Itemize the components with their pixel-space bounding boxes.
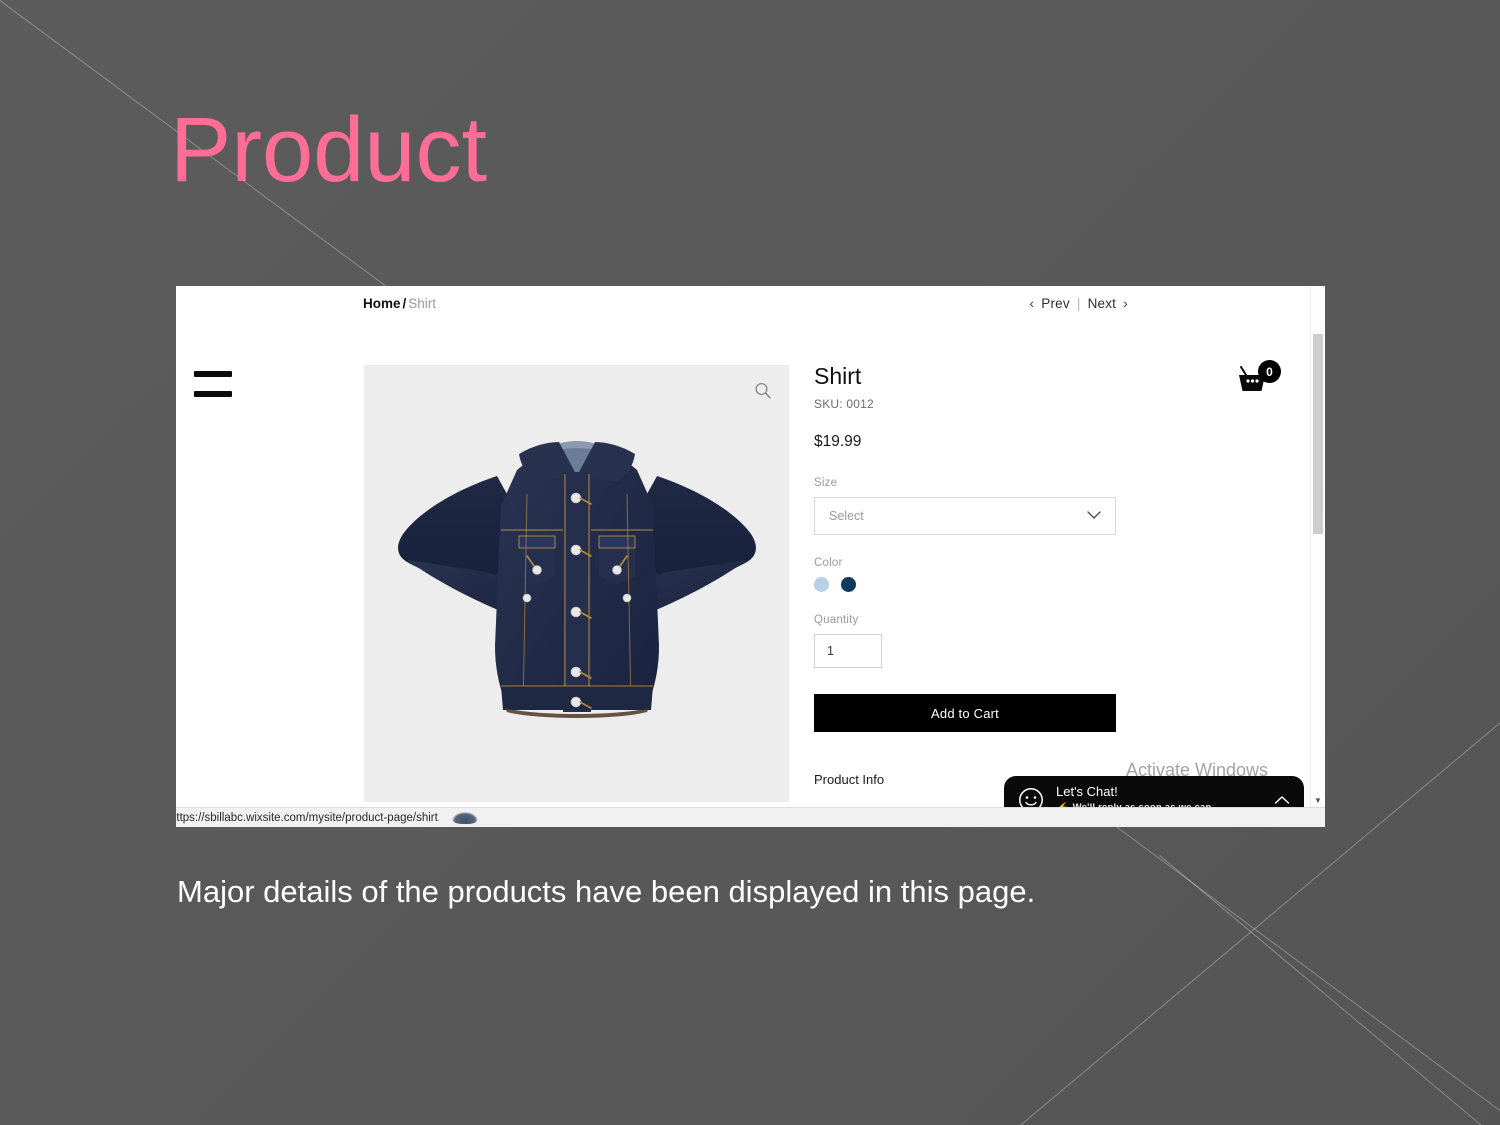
product-price: $19.99: [814, 433, 862, 451]
slide-caption: Major details of the products have been …: [177, 874, 1036, 909]
scrollbar-thumb[interactable]: [1313, 334, 1323, 534]
hamburger-bar: [194, 371, 232, 377]
pagination-divider: |: [1076, 295, 1081, 311]
breadcrumb: Home / Shirt: [363, 296, 436, 311]
magnifier-icon[interactable]: [753, 381, 773, 401]
add-to-cart-button[interactable]: Add to Cart: [814, 694, 1116, 733]
status-thumbnail: [451, 811, 478, 824]
next-button[interactable]: Next: [1088, 296, 1117, 311]
prev-chevron-icon[interactable]: ‹: [1029, 295, 1034, 311]
embedded-browser-screenshot: Home / Shirt ‹ Prev | Next › Shirt SKU: …: [176, 286, 1325, 827]
cart-count-badge: 0: [1258, 360, 1281, 383]
product-gallery[interactable]: [364, 365, 789, 802]
cart-button[interactable]: 0: [1235, 360, 1281, 398]
quantity-label: Quantity: [814, 614, 859, 627]
breadcrumb-current: Shirt: [408, 296, 437, 311]
product-sku: SKU: 0012: [814, 397, 874, 412]
prev-button[interactable]: Prev: [1041, 296, 1070, 311]
breadcrumb-separator: /: [402, 296, 407, 311]
website-viewport: Home / Shirt ‹ Prev | Next › Shirt SKU: …: [176, 286, 1325, 827]
color-swatch-light-blue[interactable]: [814, 577, 829, 593]
size-select-value: Select: [829, 509, 864, 524]
chevron-up-icon[interactable]: [1268, 792, 1290, 808]
browser-status-bar: https://sbillabc.wixsite.com/mysite/prod…: [176, 807, 1325, 827]
next-chevron-icon[interactable]: ›: [1123, 295, 1128, 311]
color-swatch-group: [814, 577, 1124, 593]
quantity-value: 1: [827, 644, 834, 659]
hamburger-icon[interactable]: [194, 371, 232, 397]
product-details-panel: Shirt SKU: 0012 $19.99 Size Select Color…: [814, 363, 1124, 787]
breadcrumb-home-link[interactable]: Home: [363, 296, 401, 311]
page-title: Product: [170, 99, 488, 201]
chat-title: Let's Chat!: [1056, 784, 1118, 800]
product-name: Shirt: [814, 363, 862, 389]
product-image: [377, 384, 777, 784]
vertical-scrollbar[interactable]: ▼: [1310, 286, 1325, 807]
quantity-input[interactable]: 1: [814, 634, 882, 669]
scrollbar-down-arrow[interactable]: ▼: [1311, 796, 1325, 805]
color-swatch-navy[interactable]: [841, 577, 856, 593]
size-select[interactable]: Select: [814, 497, 1116, 536]
hamburger-bar: [194, 391, 232, 397]
color-label: Color: [814, 557, 843, 570]
product-pagination: ‹ Prev | Next ›: [1029, 295, 1128, 311]
chevron-down-icon: [1087, 510, 1101, 522]
status-url: https://sbillabc.wixsite.com/mysite/prod…: [176, 811, 438, 824]
size-label: Size: [814, 477, 838, 490]
